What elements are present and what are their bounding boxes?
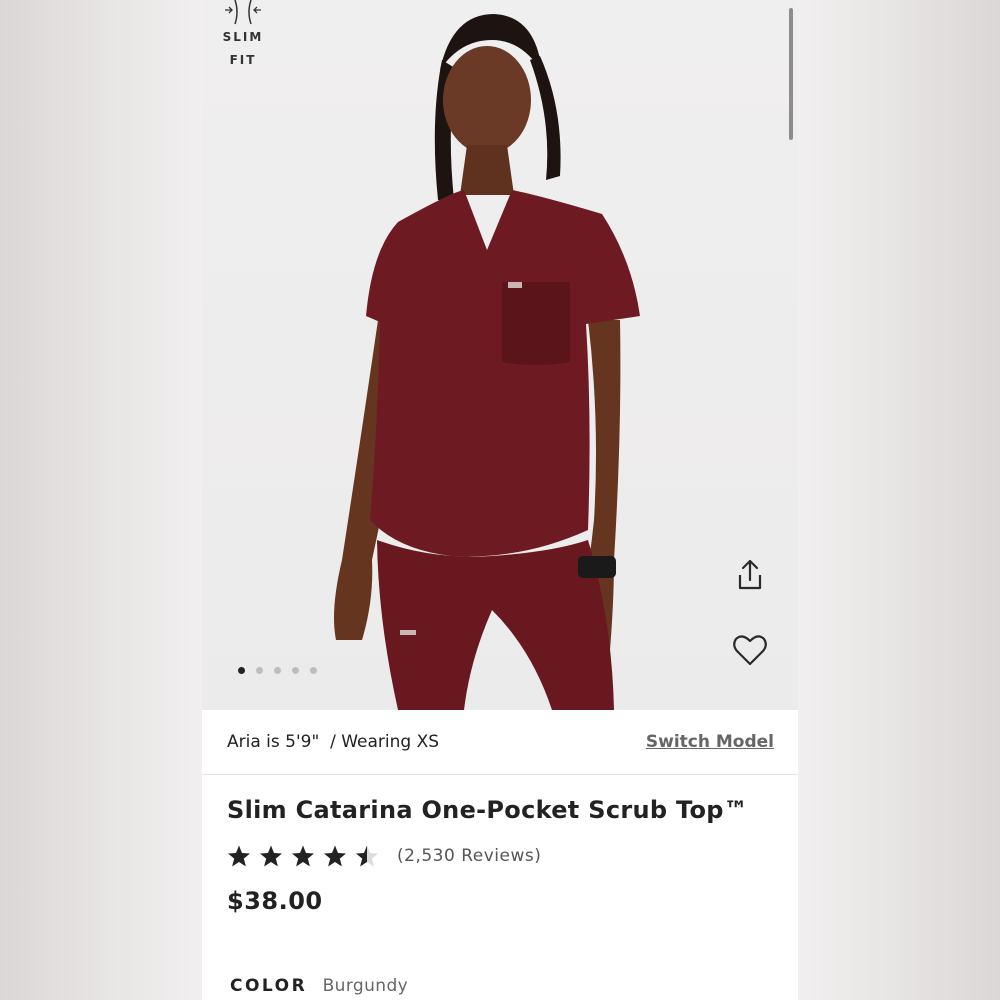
heart-icon (733, 635, 767, 666)
fit-label-line2: FIT (229, 53, 257, 67)
color-label: COLOR (230, 976, 308, 996)
slim-fit-icon (225, 0, 261, 25)
carousel-dot[interactable] (310, 667, 317, 674)
star-icon (260, 845, 282, 867)
share-icon (738, 559, 762, 590)
fit-label-line1: SLIM (222, 30, 264, 44)
left-backdrop (0, 0, 202, 1000)
half-star-icon (356, 845, 378, 867)
favorite-button[interactable] (730, 630, 770, 670)
model-info-text: Aria is 5'9" / Wearing XS (227, 732, 440, 752)
product-title: Slim Catarina One-Pocket Scrub Top™ (227, 796, 749, 824)
star-icon (292, 845, 314, 867)
phone-screen: SLIM FIT Aria is 5'9" / Wearing XS Switc… (202, 0, 798, 1000)
slim-fit-badge: SLIM FIT (216, 0, 270, 72)
reviews-count-link[interactable]: (2,530 Reviews) (397, 846, 541, 866)
selected-color: Burgundy (322, 976, 409, 996)
switch-model-link[interactable]: Switch Model (646, 732, 774, 752)
right-backdrop (798, 0, 1000, 1000)
star-icon (228, 845, 250, 867)
share-button[interactable] (730, 555, 770, 595)
scrollbar[interactable] (789, 8, 793, 140)
product-photo (334, 14, 640, 710)
product-rating[interactable]: (2,530 Reviews) (227, 844, 541, 868)
product-price: $38.00 (227, 887, 323, 915)
model-info-bar: Aria is 5'9" / Wearing XS Switch Model (202, 710, 798, 775)
carousel-dot[interactable] (256, 667, 263, 674)
carousel-dot[interactable] (238, 667, 245, 674)
carousel-pagination (238, 667, 317, 674)
color-selector-label: COLOR Burgundy (230, 976, 408, 996)
star-icon (324, 845, 346, 867)
product-image-carousel[interactable]: SLIM FIT (202, 0, 798, 710)
carousel-dot[interactable] (274, 667, 281, 674)
carousel-dot[interactable] (292, 667, 299, 674)
